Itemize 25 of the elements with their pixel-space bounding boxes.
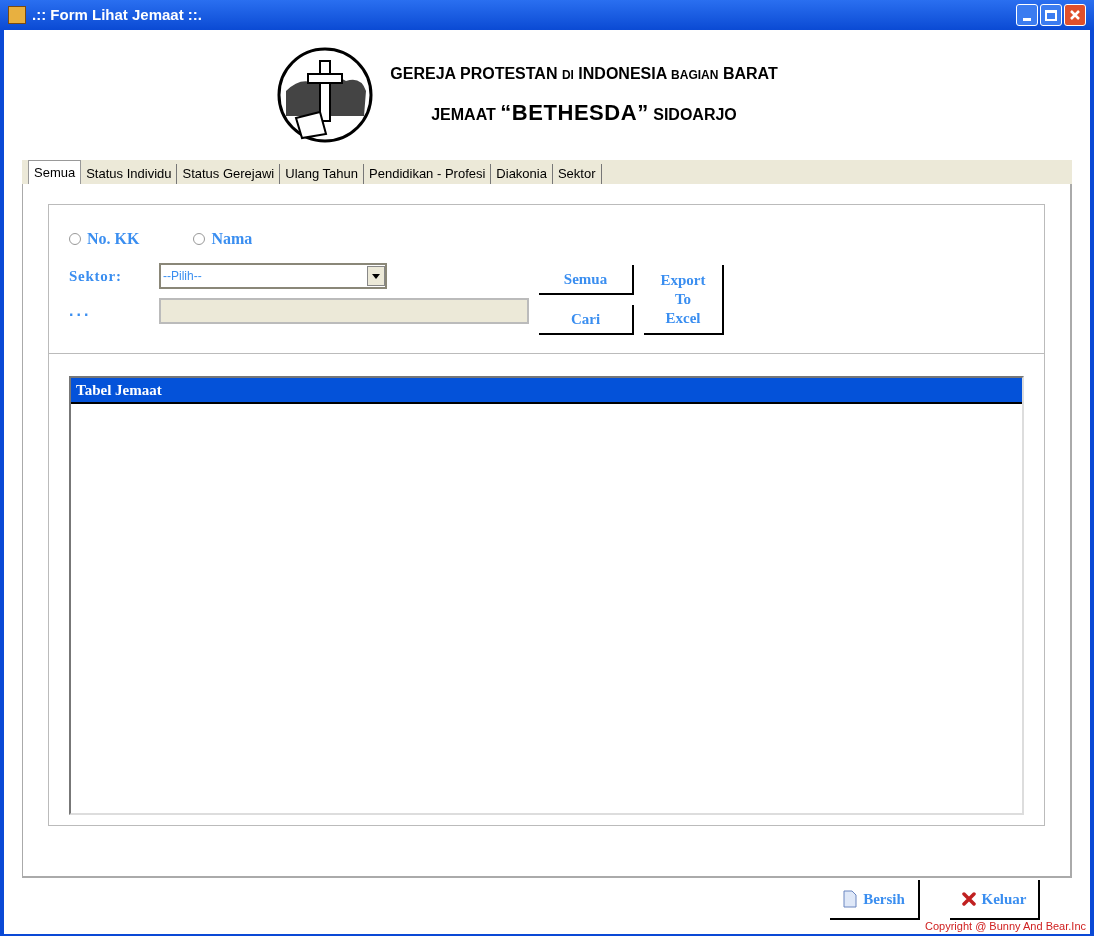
church-name-heading: JEMAAT “BETHESDA” SIDOARJO <box>431 98 737 127</box>
minimize-button[interactable] <box>1016 4 1038 26</box>
radio-option[interactable]: No. KK <box>69 227 140 251</box>
close-x-icon <box>961 892 976 906</box>
maximize-button[interactable] <box>1040 4 1062 26</box>
tab[interactable]: Semua <box>28 160 82 184</box>
footer-button[interactable]: Bersih <box>830 880 920 920</box>
window-title: .:: Form Lihat Jemaat ::. <box>32 4 203 25</box>
footer-button[interactable]: Keluar <box>950 880 1040 920</box>
app-icon <box>8 6 26 24</box>
dropdown-caret-icon <box>367 266 385 286</box>
church-name-heading: GEREJA PROTESTAN DI INDONESIA BAGIAN BARAT <box>390 63 778 84</box>
sektor-label: Sektor: <box>69 266 123 286</box>
action-button[interactable]: Semua <box>539 265 634 295</box>
sektor-dropdown[interactable]: --Pilih-- <box>159 263 387 289</box>
copyright-text: Copyright @ Bunny And Bear.Inc <box>925 918 1086 934</box>
church-logo-icon <box>276 46 375 144</box>
radio-option[interactable]: Nama <box>193 227 253 251</box>
table-title: Tabel Jemaat <box>71 378 1022 404</box>
export-button[interactable]: Export To Excel <box>644 265 724 335</box>
action-button[interactable]: Cari <box>539 305 634 335</box>
close-button[interactable] <box>1064 4 1086 26</box>
close-icon <box>1069 9 1081 21</box>
blank-page-icon <box>843 890 858 908</box>
ellipsis-label: ... <box>69 301 93 321</box>
